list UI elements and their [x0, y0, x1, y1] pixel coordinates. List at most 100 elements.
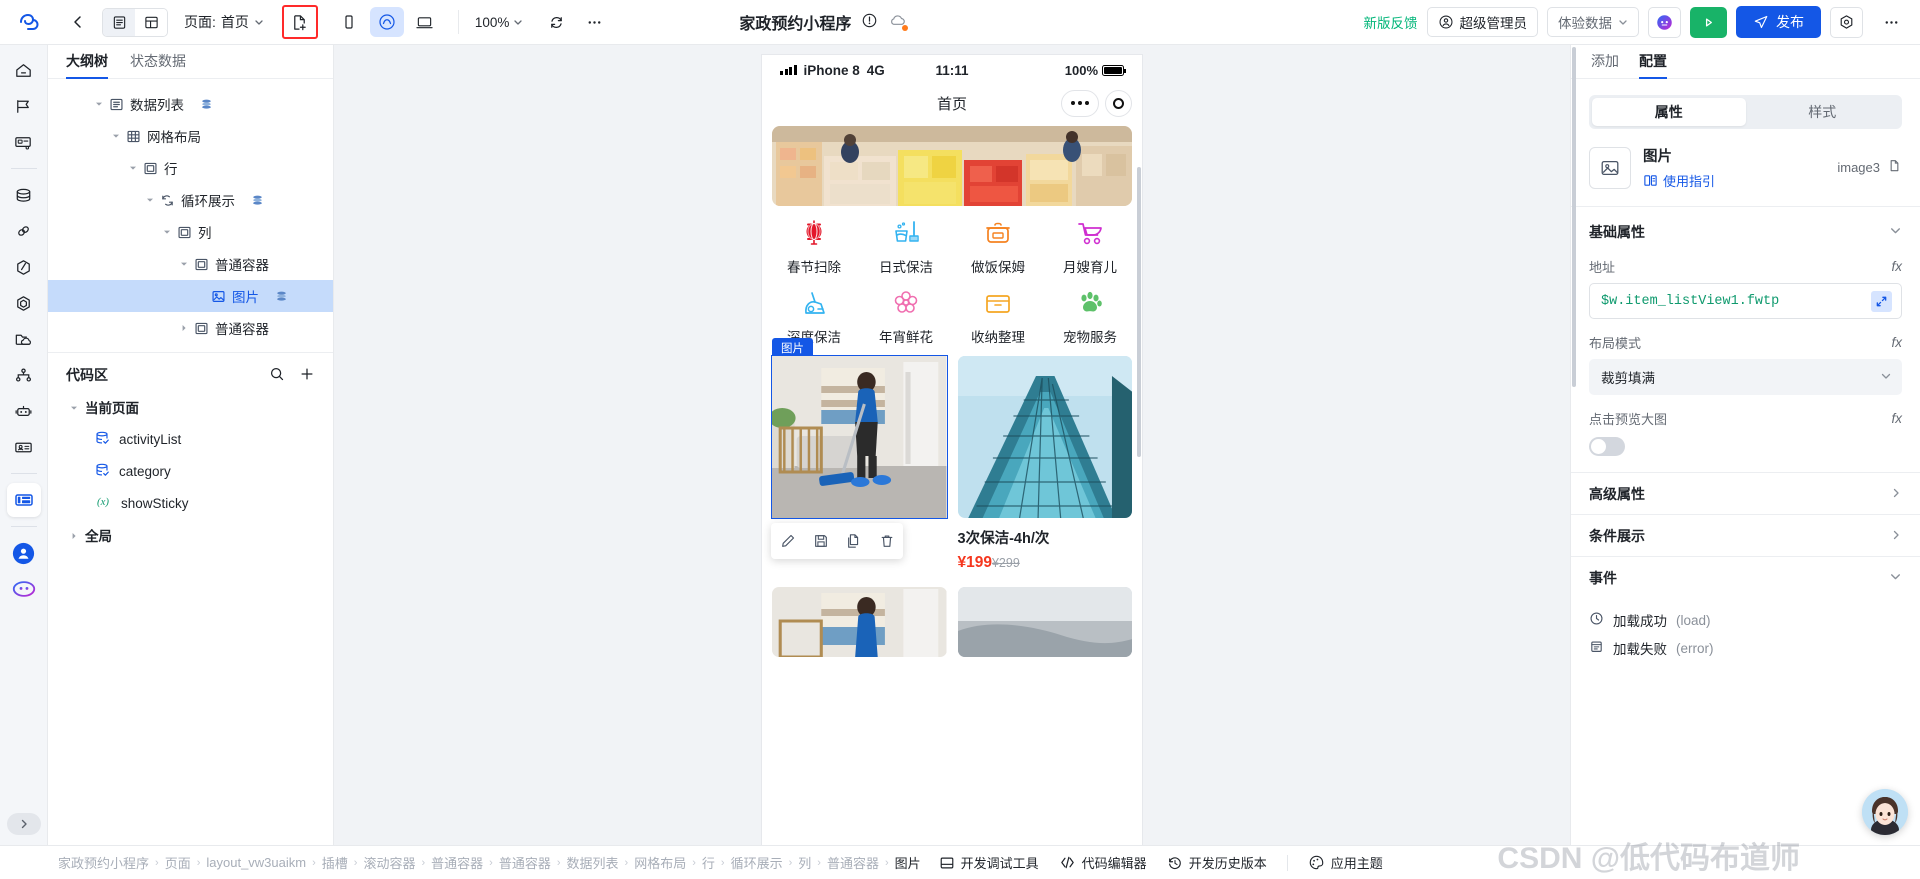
robot-icon[interactable] — [7, 394, 41, 428]
ai-assistant-icon[interactable] — [1648, 6, 1681, 38]
tree-caret-icon[interactable] — [70, 528, 78, 543]
breadcrumb-item[interactable]: 滚动容器 — [363, 853, 415, 872]
tree-caret-icon[interactable] — [177, 324, 191, 332]
product-card[interactable] — [957, 587, 1132, 657]
address-input[interactable]: $w.item_listView1.fwtp — [1589, 283, 1902, 319]
user-avatar-icon[interactable] — [7, 536, 41, 570]
tree-node-网格布局[interactable]: 网格布局 — [48, 120, 333, 152]
dev-history-button[interactable]: 开发历史版本 — [1167, 853, 1267, 872]
capsule-close-icon[interactable] — [1105, 89, 1132, 117]
more-horizontal-icon[interactable] — [575, 7, 613, 37]
tab-outline-tree[interactable]: 大纲树 — [66, 51, 108, 79]
tree-caret-icon[interactable] — [126, 164, 140, 172]
fx-button[interactable]: fx — [1891, 411, 1902, 426]
chevron-down-icon[interactable] — [1880, 370, 1892, 385]
code-item-activityList[interactable]: activityList — [48, 423, 333, 455]
tree-node-循环展示[interactable]: 循环展示 — [48, 184, 333, 216]
experience-data-button[interactable]: 体验数据 — [1547, 7, 1639, 37]
conditional-display-section[interactable]: 条件展示 — [1571, 514, 1920, 556]
breadcrumb-item[interactable]: 家政预约小程序 — [58, 853, 149, 872]
product-image[interactable] — [772, 587, 947, 657]
product-card-selected[interactable]: 图片 — [771, 338, 948, 572]
hex-slash-icon[interactable] — [7, 250, 41, 284]
product-card[interactable] — [772, 587, 947, 657]
app-theme-button[interactable]: 应用主题 — [1308, 853, 1383, 872]
breadcrumb-item[interactable]: 普通容器 — [431, 853, 483, 872]
chevron-down-icon[interactable] — [1889, 570, 1902, 586]
run-preview-button[interactable] — [1690, 6, 1727, 38]
tree-caret-icon[interactable] — [143, 196, 157, 204]
quick-entry-深度保洁[interactable]: 深度保洁 — [768, 286, 860, 346]
layout-panel-icon[interactable] — [6, 483, 41, 517]
breadcrumb-item[interactable]: 循环展示 — [731, 853, 783, 872]
product-card[interactable]: 3次保洁-4h/次 ¥199¥299 — [957, 356, 1132, 572]
promo-banner-image[interactable] — [772, 126, 1132, 206]
fx-button[interactable]: fx — [1891, 259, 1902, 274]
datasource-badge-icon[interactable] — [251, 194, 264, 207]
breadcrumb-item[interactable]: 网格布局 — [634, 853, 686, 872]
breadcrumb-item[interactable]: 页面 — [165, 853, 191, 872]
advanced-properties-section[interactable]: 高级属性 — [1571, 472, 1920, 514]
debug-tools-button[interactable]: 开发调试工具 — [939, 853, 1039, 872]
publish-button[interactable]: 发布 — [1736, 6, 1821, 38]
desktop-device-icon[interactable] — [408, 7, 442, 37]
event-load-success[interactable]: 加载成功 (load) — [1571, 606, 1920, 634]
breadcrumb-item[interactable]: 行 — [702, 853, 715, 872]
quick-entry-年宵鲜花[interactable]: 年宵鲜花 — [860, 286, 952, 346]
save-disk-icon[interactable] — [810, 530, 832, 552]
fx-button[interactable]: fx — [1891, 335, 1902, 350]
tab-styles[interactable]: 样式 — [1746, 98, 1900, 126]
capsule-more-icon[interactable] — [1061, 89, 1099, 117]
layout-mode-select[interactable]: 裁剪填满 — [1589, 359, 1902, 395]
settings-hex-icon[interactable] — [1830, 6, 1863, 38]
grid-view-icon[interactable] — [135, 8, 167, 36]
expand-editor-icon[interactable] — [1871, 290, 1892, 312]
tree-node-普通容器[interactable]: 普通容器 — [48, 312, 333, 344]
miniprogram-icon[interactable] — [369, 7, 404, 37]
sitemap-icon[interactable] — [7, 358, 41, 392]
hex-nested-icon[interactable] — [7, 286, 41, 320]
product-image[interactable] — [957, 587, 1132, 657]
page-selector[interactable]: 页面: 首页 — [184, 12, 264, 32]
code-item-category[interactable]: category — [48, 455, 333, 487]
search-icon[interactable] — [269, 366, 285, 385]
home-icon[interactable] — [7, 53, 41, 87]
ai-face-icon[interactable] — [7, 572, 41, 606]
view-mode-segment[interactable] — [102, 7, 168, 37]
new-page-icon[interactable] — [284, 8, 315, 36]
preview-large-toggle[interactable] — [1589, 437, 1625, 456]
outline-view-icon[interactable] — [103, 8, 135, 36]
datasource-badge-icon[interactable] — [275, 290, 288, 303]
mobile-device-icon[interactable] — [332, 7, 366, 37]
zoom-selector[interactable]: 100% — [457, 10, 524, 34]
quick-entry-宠物服务[interactable]: 宠物服务 — [1044, 286, 1136, 346]
quick-entry-日式保洁[interactable]: 日式保洁 — [860, 216, 952, 276]
breadcrumb-item[interactable]: 普通容器 — [499, 853, 551, 872]
tab-state-data[interactable]: 状态数据 — [130, 51, 186, 78]
breadcrumb-item[interactable]: 普通容器 — [827, 853, 879, 872]
datasource-badge-icon[interactable] — [200, 98, 213, 111]
cloud-status-icon[interactable] — [888, 11, 909, 33]
info-circle-icon[interactable] — [861, 12, 878, 32]
code-group-全局[interactable]: 全局 — [48, 519, 333, 551]
product-image[interactable] — [957, 356, 1132, 518]
back-arrow-icon[interactable] — [58, 13, 98, 31]
flag-icon[interactable] — [7, 89, 41, 123]
tree-caret-icon[interactable] — [92, 100, 106, 108]
preview-scrollbar[interactable] — [1137, 167, 1141, 457]
tab-config[interactable]: 配置 — [1639, 51, 1667, 79]
breadcrumb-item[interactable]: layout_vw3uaikm — [206, 855, 306, 870]
chevron-right-icon[interactable] — [1890, 486, 1902, 502]
refresh-icon[interactable] — [537, 7, 575, 37]
copy-icon[interactable] — [1887, 159, 1902, 177]
card-cart-icon[interactable] — [7, 125, 41, 159]
tree-node-图片[interactable]: 图片 — [48, 280, 333, 312]
code-group-当前页面[interactable]: 当前页面 — [48, 391, 333, 423]
cloud-logo-icon[interactable] — [0, 9, 58, 35]
plus-icon[interactable] — [299, 366, 315, 385]
tree-caret-icon[interactable] — [160, 228, 174, 236]
edit-pencil-icon[interactable] — [777, 530, 799, 552]
breadcrumb-item[interactable]: 数据列表 — [567, 853, 619, 872]
tree-node-列[interactable]: 列 — [48, 216, 333, 248]
feedback-link[interactable]: 新版反馈 — [1364, 12, 1418, 32]
